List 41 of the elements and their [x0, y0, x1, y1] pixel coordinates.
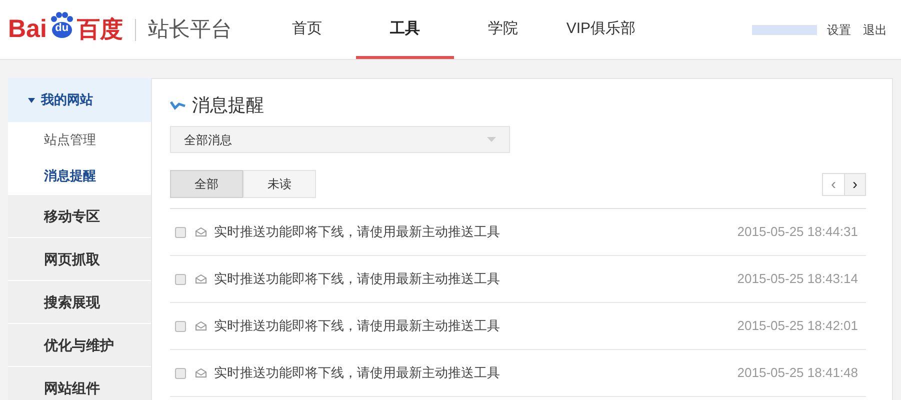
sidebar-section[interactable]: 优化与维护	[8, 323, 151, 366]
panel-title: 消息提醒	[192, 94, 264, 116]
nav-tab[interactable]: 学院	[454, 0, 552, 59]
envelope-icon	[195, 368, 207, 378]
message-checkbox[interactable]	[175, 320, 186, 332]
envelope-icon	[195, 274, 207, 284]
nav-tab[interactable]: VIP俱乐部	[552, 0, 650, 59]
sidebar-section[interactable]: 网页抓取	[8, 237, 151, 280]
nav-tab[interactable]: 工具	[356, 0, 454, 59]
message-checkbox[interactable]	[175, 226, 186, 238]
message-filter-dropdown[interactable]: 全部消息	[170, 126, 510, 153]
sidebar-section[interactable]: 网站组件	[8, 366, 151, 400]
envelope-icon	[195, 321, 207, 331]
message-title[interactable]: 实时推送功能即将下线，请使用最新主动推送工具	[214, 316, 500, 336]
site-title: 站长平台	[148, 16, 233, 43]
envelope-icon	[195, 227, 207, 237]
blurred-username	[752, 24, 817, 34]
sidebar-section[interactable]: 搜索展现	[8, 280, 151, 323]
filter-tab[interactable]: 未读	[243, 170, 316, 198]
header-link[interactable]: 退出	[863, 20, 887, 38]
message-checkbox[interactable]	[175, 368, 186, 378]
logo-text: Bai	[8, 17, 47, 42]
logo-text: 百度	[76, 18, 123, 41]
filter-tab[interactable]: 全部	[170, 170, 243, 198]
header-link[interactable]: 设置	[827, 20, 851, 38]
message-time: 2015-05-25 18:41:48	[737, 364, 859, 382]
next-page-button[interactable]: ›	[844, 174, 865, 194]
sidebar-section[interactable]: 移动专区	[8, 194, 151, 237]
message-title[interactable]: 实时推送功能即将下线，请使用最新主动推送工具	[214, 222, 500, 242]
dropdown-caret-icon	[487, 137, 496, 142]
nav-tab[interactable]: 首页	[258, 0, 356, 59]
message-title[interactable]: 实时推送功能即将下线，请使用最新主动推送工具	[214, 269, 500, 289]
chart-trend-icon	[170, 100, 186, 110]
sidebar-group-header[interactable]: 我的网站	[8, 78, 151, 122]
message-title[interactable]: 实时推送功能即将下线，请使用最新主动推送工具	[214, 363, 500, 383]
message-time: 2015-05-25 18:43:14	[737, 270, 859, 288]
message-checkbox[interactable]	[175, 274, 186, 284]
sidebar-item[interactable]: 消息提醒	[8, 158, 151, 194]
message-time: 2015-05-25 18:42:01	[737, 317, 859, 336]
message-time: 2015-05-25 18:44:31	[737, 223, 859, 242]
sidebar-item[interactable]: 站点管理	[8, 122, 151, 158]
